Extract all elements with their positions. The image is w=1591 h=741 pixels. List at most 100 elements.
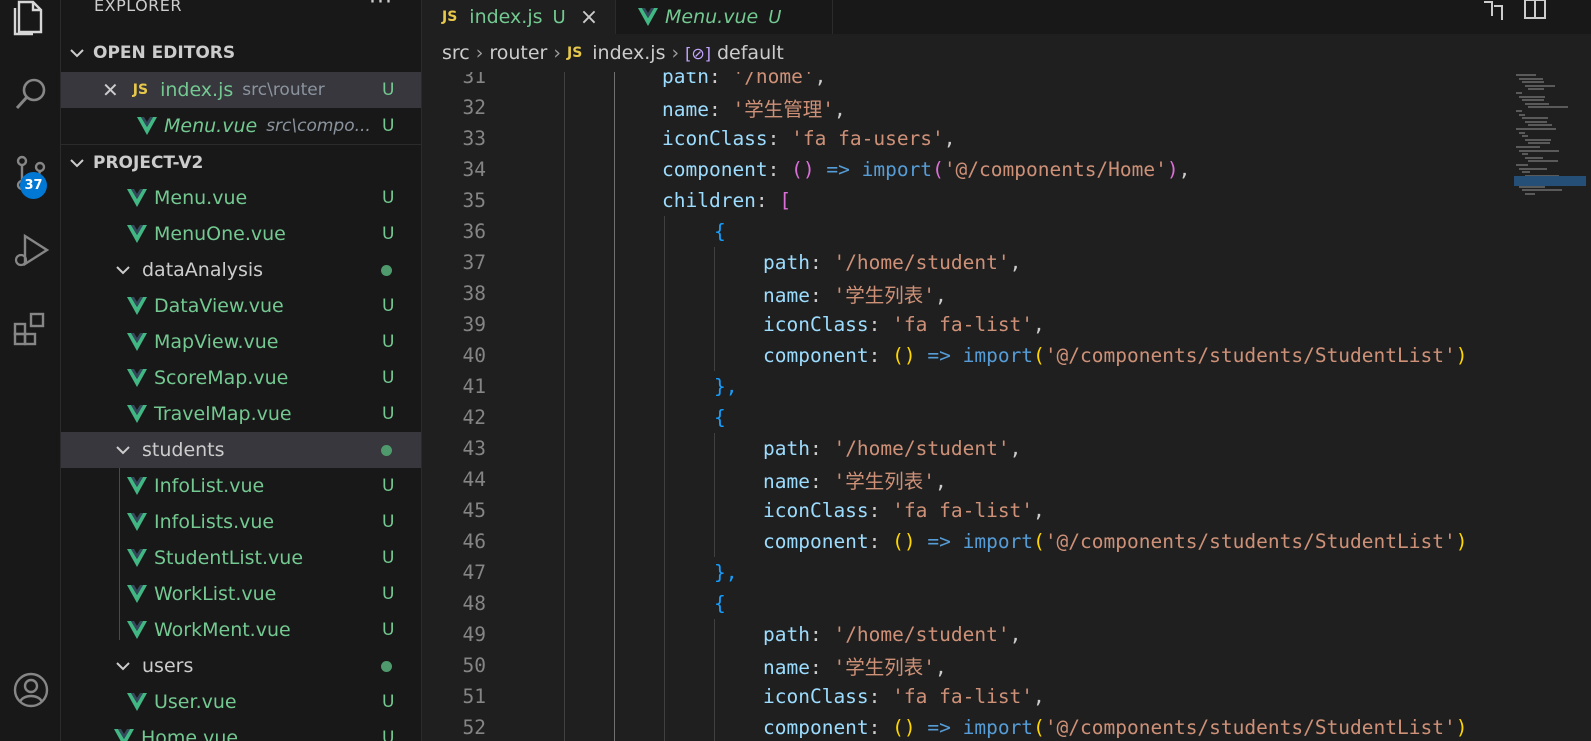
code-token: => (915, 716, 963, 739)
tab-menu-vue[interactable]: Menu.vue U (615, 0, 833, 34)
tree-folder[interactable]: dataAnalysis (61, 252, 421, 288)
vue-file-icon (127, 369, 147, 387)
chevron-down-icon (116, 266, 130, 275)
code-line[interactable]: 50 name: '学生列表', (422, 650, 1512, 681)
file-name: index.js (160, 79, 234, 101)
tree-file[interactable]: WorkMent.vue U (61, 612, 421, 648)
chevron-down-icon (116, 662, 130, 671)
minimap-line (1528, 88, 1544, 91)
tab-index-js[interactable]: JS index.js U × (422, 0, 615, 34)
run-debug-icon[interactable] (0, 220, 61, 280)
code-line[interactable]: 47}, (422, 557, 1512, 588)
tab-status: U (552, 6, 566, 28)
close-icon[interactable]: ✕ (102, 78, 119, 102)
more-actions-icon[interactable]: ··· (369, 0, 393, 15)
tree-file[interactable]: User.vue U (61, 684, 421, 720)
git-status: U (382, 224, 395, 244)
code-token: name (763, 470, 810, 493)
tab-close-icon[interactable]: × (580, 5, 598, 30)
code-line[interactable]: 52 component: () => import('@/components/… (422, 712, 1512, 741)
code-line[interactable]: 41}, (422, 371, 1512, 402)
extensions-icon[interactable] (0, 298, 61, 358)
code-token: : (868, 313, 893, 336)
code-token: { (714, 220, 726, 243)
code-token: () (892, 344, 916, 367)
tree-file[interactable]: WorkList.vue U (61, 576, 421, 612)
code-token: component (763, 530, 869, 553)
code-line[interactable]: 43 path: '/home/student', (422, 433, 1512, 464)
code-line[interactable]: 45 iconClass: 'fa fa-list', (422, 495, 1512, 526)
line-number: 44 (462, 468, 486, 491)
breadcrumb-router[interactable]: router (489, 42, 547, 64)
vue-file-icon (127, 477, 147, 495)
tree-file[interactable]: MenuOne.vue U (61, 216, 421, 252)
tree-file[interactable]: ScoreMap.vue U (61, 360, 421, 396)
code-line[interactable]: 37 path: '/home/student', (422, 247, 1512, 278)
minimap-line (1528, 142, 1550, 145)
tree-file[interactable]: InfoLists.vue U (61, 504, 421, 540)
minimap[interactable] (1512, 72, 1591, 741)
code-line[interactable]: 39 iconClass: 'fa fa-list', (422, 309, 1512, 340)
project-header[interactable]: PROJECT-V2 (61, 144, 421, 180)
code-token: , (943, 127, 956, 150)
code-token: iconClass (763, 499, 869, 522)
project-label: PROJECT-V2 (93, 152, 204, 173)
minimap-line (1522, 99, 1544, 102)
code-token: : (809, 470, 834, 493)
code-line[interactable]: 38 name: '学生列表', (422, 278, 1512, 309)
minimap-viewport[interactable] (1514, 176, 1586, 186)
tree-file[interactable]: Home.vue U (61, 720, 421, 741)
code-line[interactable]: 31 path: '/home', (422, 72, 1512, 92)
account-icon[interactable] (0, 660, 61, 720)
js-file-icon: JS (442, 9, 458, 25)
minimap-line (1525, 192, 1535, 195)
tree-file[interactable]: InfoList.vue U (61, 468, 421, 504)
line-number: 48 (462, 592, 486, 615)
tree-file[interactable]: TravelMap.vue U (61, 396, 421, 432)
code-token: , (1009, 623, 1022, 646)
vue-file-icon (114, 729, 134, 741)
code-token: import (962, 716, 1034, 739)
breadcrumb-src[interactable]: src (442, 42, 470, 64)
compare-changes-icon[interactable] (1480, 0, 1506, 27)
open-editors-header[interactable]: OPEN EDITORS (61, 35, 421, 71)
explorer-sidebar: EXPLORER ··· OPEN EDITORS ✕ JS index.js … (61, 0, 422, 741)
code-token: '@/components/students/StudentList' (1044, 530, 1456, 553)
code-line[interactable]: 40 component: () => import('@/components/… (422, 340, 1512, 371)
tree-folder[interactable]: students (61, 432, 421, 468)
code-line[interactable]: 35 children: [ (422, 185, 1512, 216)
code-line[interactable]: 36 { (422, 216, 1512, 247)
vue-file-icon (127, 549, 147, 567)
breadcrumb-default[interactable]: default (717, 42, 784, 64)
code-line[interactable]: 34 component: () => import('@/components/… (422, 154, 1512, 185)
file-name: Home.vue (141, 727, 239, 741)
split-editor-icon[interactable] (1522, 0, 1548, 27)
code-line[interactable]: 46 component: () => import('@/components/… (422, 526, 1512, 557)
code-line[interactable]: 51 iconClass: 'fa fa-list', (422, 681, 1512, 712)
open-editor-menu-vue[interactable]: Menu.vue src\compo... U (61, 108, 421, 144)
code-token: { (714, 592, 726, 615)
code-line[interactable]: 32 name: '学生管理', (422, 92, 1512, 123)
minimap-line (1519, 113, 1525, 116)
explorer-icon[interactable] (0, 0, 61, 46)
tree-file[interactable]: StudentList.vue U (61, 540, 421, 576)
tab-bar: JS index.js U × Menu.vue U (422, 0, 1591, 34)
line-number: 45 (462, 499, 486, 522)
code-line[interactable]: 49 path: '/home/student', (422, 619, 1512, 650)
tree-file[interactable]: Menu.vue U (61, 180, 421, 216)
search-icon[interactable] (0, 64, 61, 124)
code-line[interactable]: 44 name: '学生列表', (422, 464, 1512, 495)
code-token: , (1033, 499, 1045, 522)
tree-file[interactable]: DataView.vue U (61, 288, 421, 324)
tree-folder[interactable]: users (61, 648, 421, 684)
code-editor[interactable]: 31 path: '/home', 32 name: '学生管理', 33 iconCla… (422, 72, 1512, 741)
code-token: : (809, 656, 834, 679)
open-editor-index-js[interactable]: ✕ JS index.js src\router U (61, 72, 421, 108)
open-editors-label: OPEN EDITORS (93, 43, 236, 63)
code-line[interactable]: 48 { (422, 588, 1512, 619)
tree-file[interactable]: MapView.vue U (61, 324, 421, 360)
breadcrumb-index-js[interactable]: index.js (592, 42, 665, 64)
chevron-down-icon (116, 446, 130, 455)
code-line[interactable]: 33 iconClass: 'fa fa-users', (422, 123, 1512, 154)
code-line[interactable]: 42 { (422, 402, 1512, 433)
